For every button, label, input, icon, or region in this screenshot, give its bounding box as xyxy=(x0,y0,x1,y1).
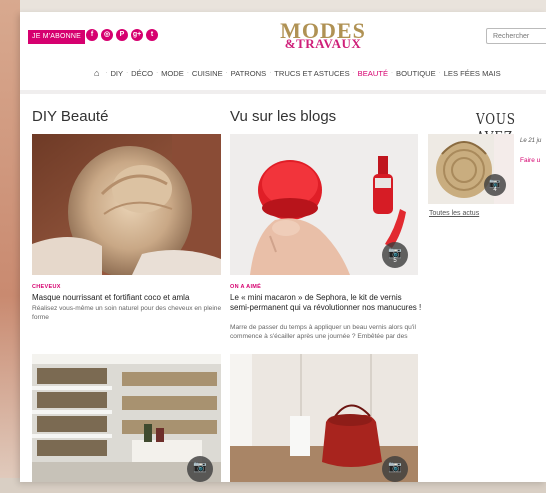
all-news-link[interactable]: Toutes les actus xyxy=(429,210,479,217)
camera-icon: 📷 xyxy=(388,461,402,473)
article-description: Marre de passer du temps à appliquer un … xyxy=(230,324,416,340)
article-image-shop[interactable]: 📷 xyxy=(32,354,221,482)
nav-item-trucs-astuces[interactable]: TRUCS ET ASTUCES xyxy=(271,69,352,78)
nav-item-patrons[interactable]: PATRONS xyxy=(228,69,270,78)
section-title-diy-beaute: DIY Beauté xyxy=(32,108,109,125)
nav-item-cuisine[interactable]: CUISINE xyxy=(189,69,226,78)
nav-divider xyxy=(20,90,546,94)
article-image-nail-kit[interactable]: 📷 5 xyxy=(230,134,418,275)
facebook-icon[interactable]: f xyxy=(86,29,98,41)
web-page: JE M'ABONNE f ◎ P g+ t MODES &TRAVAUX Re… xyxy=(20,12,546,482)
photo-gallery-badge[interactable]: 📷 5 xyxy=(382,242,408,268)
nav-item-mode[interactable]: MODE xyxy=(158,69,187,78)
nav-item-les-fees[interactable]: LES FÉES MAIS xyxy=(441,69,504,78)
instagram-icon[interactable]: ◎ xyxy=(101,29,113,41)
photo-gallery-badge[interactable]: 📷 xyxy=(187,456,213,482)
photo-gallery-badge[interactable]: 📷 xyxy=(382,456,408,482)
subscribe-button[interactable]: JE M'ABONNE xyxy=(28,30,86,44)
social-icons: f ◎ P g+ t xyxy=(86,29,158,41)
article-image-red-bag[interactable]: 📷 xyxy=(230,354,418,482)
nav-item-diy[interactable]: DIY xyxy=(107,69,126,78)
background-desk-left xyxy=(0,0,20,493)
photo-count: 4 xyxy=(493,187,497,193)
home-icon[interactable]: ⌂ xyxy=(94,68,99,78)
photo-count: 5 xyxy=(393,258,397,264)
site-logo[interactable]: MODES &TRAVAUX xyxy=(268,20,378,51)
article-title[interactable]: Le « mini macaron » de Sephora, le kit d… xyxy=(230,293,422,313)
googleplus-icon[interactable]: g+ xyxy=(131,29,143,41)
article-description: Réalisez vous-même un soin naturel pour … xyxy=(32,305,222,321)
pinterest-icon[interactable]: P xyxy=(116,29,128,41)
sidebar-date: Le 21 ju xyxy=(520,138,542,144)
camera-icon: 📷 xyxy=(193,461,207,473)
article-tag: CHEVEUX xyxy=(32,284,61,290)
nav-item-beaute[interactable]: BEAUTÉ xyxy=(355,69,391,78)
sidebar-link[interactable]: Faire u xyxy=(520,157,540,164)
photo-gallery-badge[interactable]: 📷 4 xyxy=(484,174,506,196)
main-nav: ⌂ · DIY · DÉCO · MODE · CUISINE · PATRON… xyxy=(94,68,504,78)
article-image-hair[interactable] xyxy=(32,134,221,275)
nav-item-boutique[interactable]: BOUTIQUE xyxy=(393,69,439,78)
nav-item-deco[interactable]: DÉCO xyxy=(128,69,156,78)
search-input[interactable]: Rechercher xyxy=(486,28,546,44)
section-title-blogs: Vu sur les blogs xyxy=(230,108,337,125)
sidebar-image-straw-bag[interactable]: 📷 4 xyxy=(428,134,514,204)
twitter-icon[interactable]: t xyxy=(146,29,158,41)
article-title[interactable]: Masque nourrissant et fortifiant coco et… xyxy=(32,293,222,303)
article-tag: ON A AIMÉ xyxy=(230,284,262,290)
